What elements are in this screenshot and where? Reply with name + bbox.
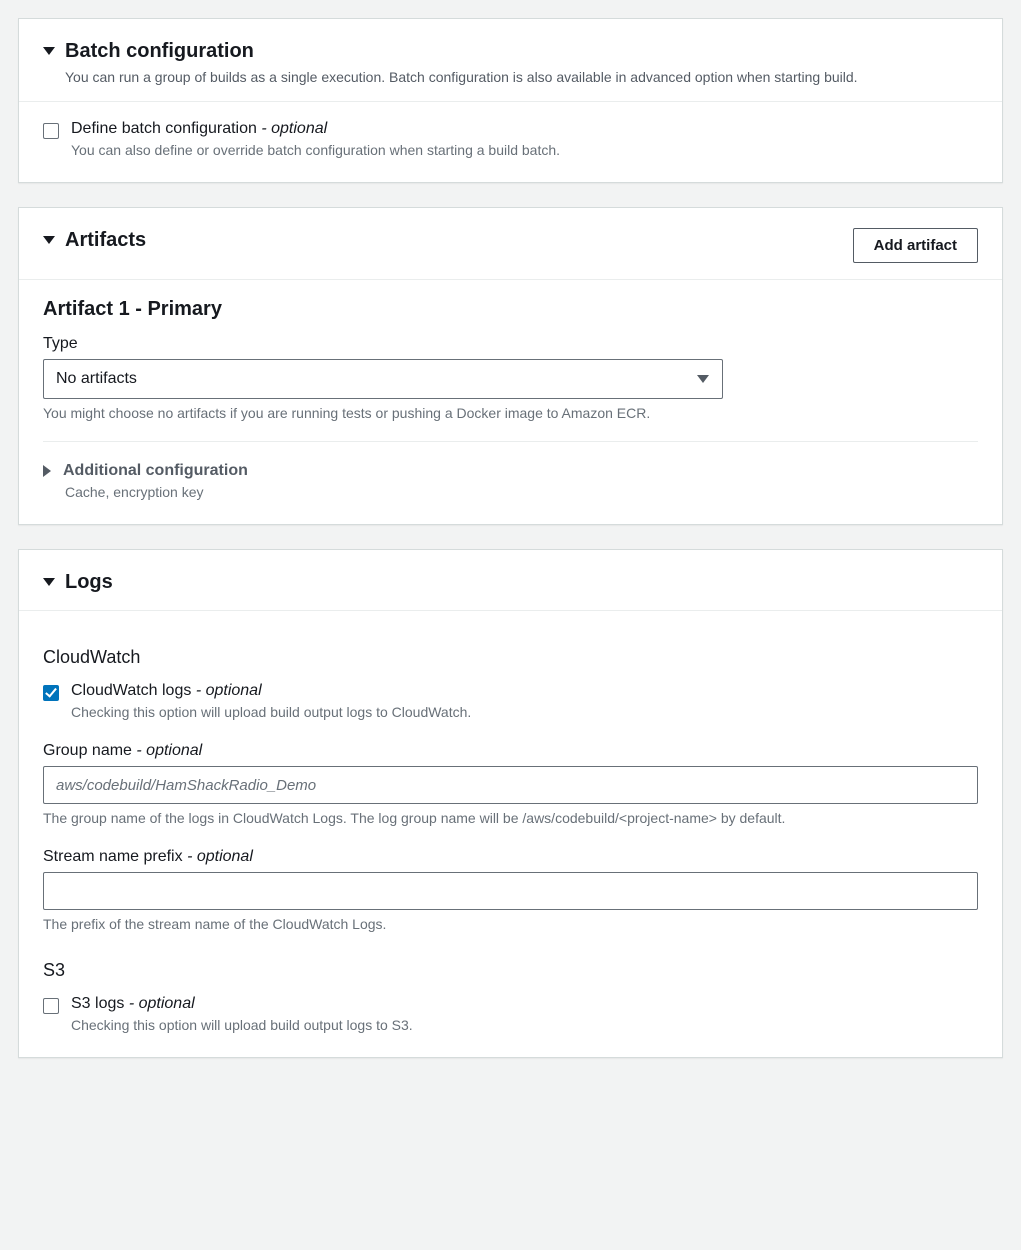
optional-tag: - optional — [196, 682, 262, 699]
group-name-label: Group name - optional — [43, 742, 978, 760]
artifact-type-select[interactable]: No artifacts — [43, 359, 723, 399]
optional-tag: - optional — [136, 742, 202, 759]
batch-header[interactable]: Batch configuration You can run a group … — [19, 19, 1002, 101]
add-artifact-button[interactable]: Add artifact — [853, 228, 978, 263]
artifacts-header: Artifacts Add artifact — [19, 208, 1002, 279]
artifact-type-value: No artifacts — [56, 370, 137, 388]
cloudwatch-logs-label-text: CloudWatch logs — [71, 682, 191, 699]
define-batch-help: You can also define or override batch co… — [71, 142, 560, 158]
define-batch-checkbox[interactable] — [43, 123, 59, 139]
s3-logs-label-text: S3 logs — [71, 995, 124, 1012]
chevron-right-icon — [43, 465, 51, 477]
chevron-down-icon — [43, 47, 55, 55]
batch-description: You can run a group of builds as a singl… — [65, 69, 858, 85]
artifacts-panel: Artifacts Add artifact Artifact 1 - Prim… — [18, 207, 1003, 525]
logs-header[interactable]: Logs — [19, 550, 1002, 610]
group-name-input[interactable] — [43, 766, 978, 804]
cloudwatch-logs-label[interactable]: CloudWatch logs - optional — [71, 682, 471, 700]
cloudwatch-logs-help: Checking this option will upload build o… — [71, 704, 471, 720]
s3-heading: S3 — [43, 960, 978, 981]
stream-prefix-label: Stream name prefix - optional — [43, 848, 978, 866]
stream-prefix-input[interactable] — [43, 872, 978, 910]
artifacts-toggle[interactable]: Artifacts — [43, 228, 146, 252]
stream-prefix-label-text: Stream name prefix — [43, 848, 183, 865]
optional-tag: - optional — [129, 995, 195, 1012]
optional-tag: - optional — [261, 120, 327, 137]
additional-config-help: Cache, encryption key — [65, 484, 978, 500]
additional-config-toggle[interactable]: Additional configuration — [43, 462, 978, 480]
group-name-help: The group name of the logs in CloudWatch… — [43, 810, 978, 826]
cloudwatch-logs-checkbox[interactable] — [43, 685, 59, 701]
define-batch-label[interactable]: Define batch configuration - optional — [71, 120, 560, 138]
logs-title: Logs — [65, 570, 113, 594]
s3-logs-checkbox[interactable] — [43, 998, 59, 1014]
chevron-down-icon — [43, 236, 55, 244]
group-name-label-text: Group name — [43, 742, 132, 759]
artifacts-title: Artifacts — [65, 228, 146, 252]
additional-config-title: Additional configuration — [63, 462, 248, 480]
artifact1-title: Artifact 1 - Primary — [43, 298, 978, 321]
chevron-down-icon — [43, 578, 55, 586]
logs-panel: Logs CloudWatch CloudWatch logs - option… — [18, 549, 1003, 1058]
s3-logs-label[interactable]: S3 logs - optional — [71, 995, 413, 1013]
s3-logs-help: Checking this option will upload build o… — [71, 1017, 413, 1033]
artifact-type-label: Type — [43, 335, 978, 353]
artifact-type-help: You might choose no artifacts if you are… — [43, 405, 978, 421]
batch-title: Batch configuration — [65, 39, 254, 63]
define-batch-label-text: Define batch configuration — [71, 120, 257, 137]
chevron-down-icon — [697, 375, 709, 383]
batch-panel: Batch configuration You can run a group … — [18, 18, 1003, 183]
optional-tag: - optional — [187, 848, 253, 865]
stream-prefix-help: The prefix of the stream name of the Clo… — [43, 916, 978, 932]
cloudwatch-heading: CloudWatch — [43, 647, 978, 668]
